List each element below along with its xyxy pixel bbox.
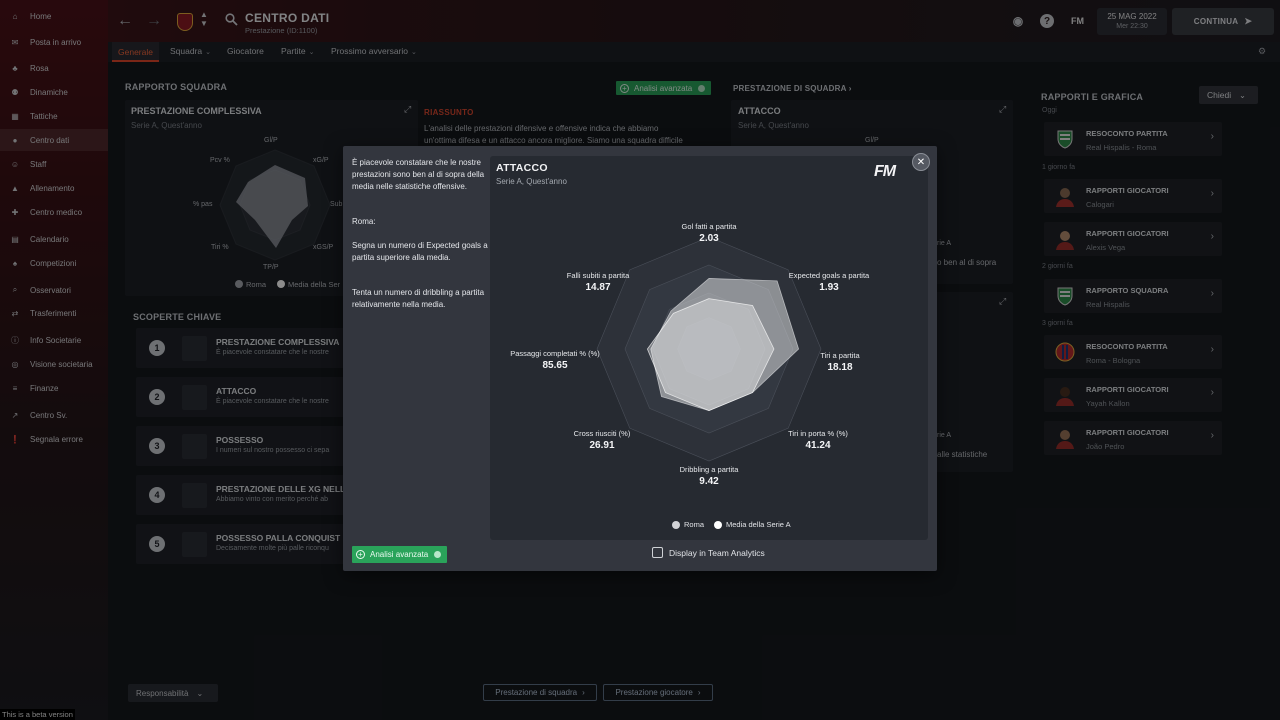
modal-team-label: Roma: xyxy=(352,217,376,226)
close-icon: ✕ xyxy=(916,156,926,168)
axis-label: Tiri in porta % (%) xyxy=(788,429,848,438)
axis-value: 2.03 xyxy=(699,233,719,244)
legend-dot xyxy=(714,520,722,529)
axis-value: 9.42 xyxy=(699,476,719,487)
legend-item-roma: Roma xyxy=(672,520,704,529)
axis-label: Falli subiti a partita xyxy=(566,271,630,280)
axis-label: Dribbling a partita xyxy=(679,465,739,474)
team-analytics-checkbox[interactable]: Display in Team Analytics xyxy=(652,547,765,558)
legend-dot xyxy=(672,520,680,529)
legend-item-serie-a: Media della Serie A xyxy=(714,520,791,529)
chart-title: ATTACCO xyxy=(496,162,548,174)
axis-label: Passaggi completati % (%) xyxy=(510,349,600,358)
axis-value: 14.87 xyxy=(585,282,611,293)
modal-intro-text: È piacevole constatare che le nostre pre… xyxy=(352,158,485,191)
checkbox-box[interactable] xyxy=(652,547,663,558)
axis-value: 18.18 xyxy=(827,362,853,373)
chart-subtitle: Serie A, Quest'anno xyxy=(496,177,567,186)
axis-label: Expected goals a partita xyxy=(788,271,870,280)
close-button[interactable]: ✕ xyxy=(912,153,930,171)
modal-point-text: Segna un numero di Expected goals a part… xyxy=(352,241,488,262)
axis-value: 1.93 xyxy=(819,282,839,293)
advanced-analysis-label: Analisi avanzata xyxy=(370,550,429,559)
axis-label: Tiri a partita xyxy=(820,351,860,360)
modal-point-text: Tenta un numero di dribbling a partita r… xyxy=(352,288,485,309)
axis-label: Gol fatti a partita xyxy=(681,222,737,231)
info-icon xyxy=(434,551,442,558)
plus-icon: + xyxy=(356,550,365,559)
axis-value: 85.65 xyxy=(542,360,568,371)
axis-value: 41.24 xyxy=(805,440,831,451)
fm-logo: FM xyxy=(874,163,896,180)
modal-advanced-analysis-button[interactable]: + Analisi avanzata xyxy=(352,546,448,563)
axis-label: Cross riusciti (%) xyxy=(573,429,631,438)
axis-value: 26.91 xyxy=(589,440,615,451)
legend-label: Media della Serie A xyxy=(726,520,791,529)
legend-label: Roma xyxy=(684,520,705,529)
checkbox-label: Display in Team Analytics xyxy=(669,547,765,558)
app-root: This is a beta version ⌂ Home ✉ Posta in ar… xyxy=(0,0,1280,720)
